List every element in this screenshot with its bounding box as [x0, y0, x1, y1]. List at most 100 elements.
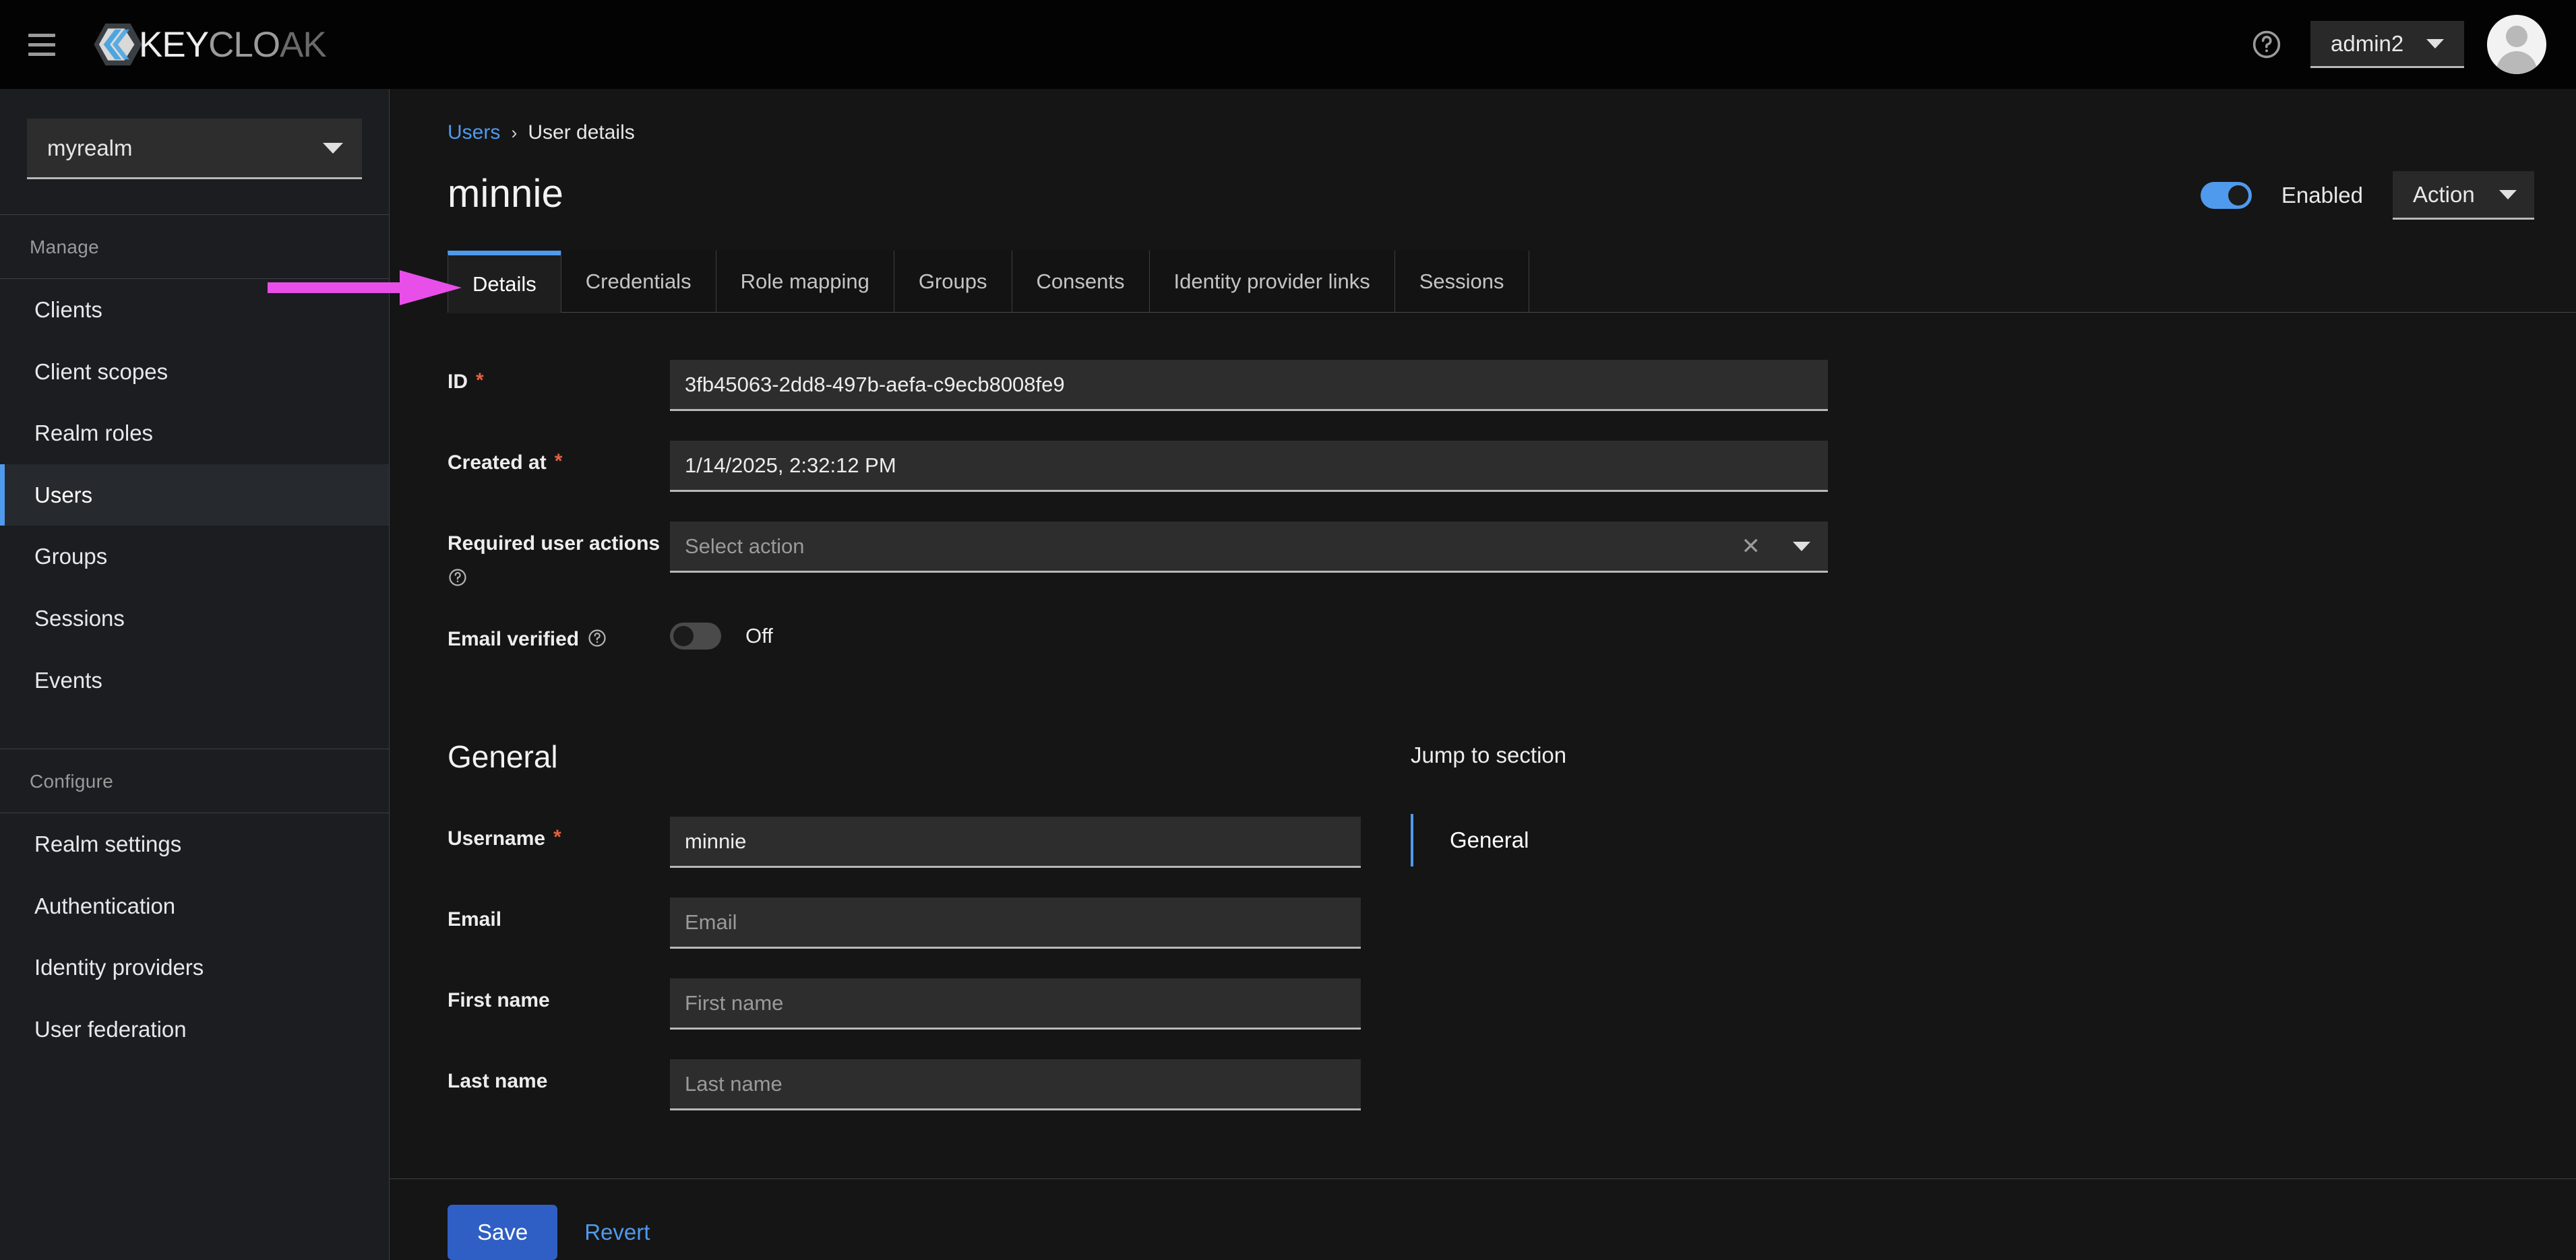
keycloak-mark-icon	[94, 23, 142, 66]
keycloak-logo[interactable]: KEYCLOAK	[93, 20, 327, 69]
chevron-down-icon[interactable]	[1793, 541, 1810, 551]
nav-group-title-configure: Configure	[30, 771, 114, 792]
tab-consents[interactable]: Consents	[1011, 251, 1149, 313]
username-label: Username *	[448, 817, 670, 850]
sidebar-item-client-scopes[interactable]: Client scopes	[0, 341, 389, 403]
sidebar-item-authentication[interactable]: Authentication	[0, 875, 389, 937]
sidebar-item-users[interactable]: Users	[0, 464, 389, 526]
form-row-username: Username * minnie	[448, 817, 1361, 868]
save-button[interactable]: Save	[448, 1205, 558, 1260]
form-action-footer: Save Revert	[390, 1178, 2576, 1260]
jump-to-section-title: Jump to section	[1411, 743, 1567, 767]
chevron-down-icon	[323, 142, 343, 154]
last-name-input[interactable]: Last name	[670, 1059, 1361, 1110]
email-verified-control: Off	[670, 617, 773, 650]
first-name-input[interactable]: First name	[670, 978, 1361, 1030]
sidebar-item-realm-settings[interactable]: Realm settings	[0, 813, 389, 875]
form-row-first-name: First name First name	[448, 978, 1361, 1030]
action-dropdown-button[interactable]: Action	[2393, 171, 2534, 220]
created-at-input-value: 1/14/2025, 2:32:12 PM	[685, 453, 896, 477]
help-circle-icon[interactable]	[448, 567, 468, 588]
help-circle-icon[interactable]	[587, 628, 607, 648]
username-field-wrap: minnie	[670, 817, 1361, 868]
keycloak-admin-console: KEYCLOAK admin2 myrealm Manage Clients C…	[0, 0, 2576, 1260]
avatar[interactable]	[2487, 15, 2546, 74]
last-name-label-text: Last name	[448, 1070, 548, 1092]
breadcrumb-separator-icon: ›	[511, 122, 518, 143]
hamburger-bar	[28, 52, 55, 56]
tabs-row: Details Credentials Role mapping Groups …	[425, 251, 2576, 313]
chevron-down-icon	[2426, 38, 2445, 49]
body: myrealm Manage Clients Client scopes Rea…	[0, 89, 2576, 1260]
brand-wordmark: KEYCLOAK	[139, 24, 327, 65]
username-label-text: Username	[448, 827, 546, 850]
username-input-value: minnie	[685, 829, 747, 853]
sidebar-item-groups[interactable]: Groups	[0, 526, 389, 588]
username-input[interactable]: minnie	[670, 817, 1361, 868]
sidebar-item-events[interactable]: Events	[0, 650, 389, 712]
tab-role-mapping[interactable]: Role mapping	[715, 251, 894, 313]
email-input[interactable]: Email	[670, 897, 1361, 949]
hamburger-bar	[28, 42, 55, 46]
realm-selector[interactable]: myrealm	[27, 119, 362, 179]
help-circle-icon[interactable]	[2246, 24, 2288, 65]
email-input-placeholder: Email	[685, 910, 737, 934]
tab-groups[interactable]: Groups	[893, 251, 1012, 313]
brand-text-key: KEY	[139, 24, 209, 65]
page-title: minnie	[448, 172, 564, 216]
id-label: ID *	[448, 360, 670, 393]
main-content: Users › User details minnie Enabled Acti…	[390, 89, 2576, 1260]
tab-identity-provider-links[interactable]: Identity provider links	[1148, 251, 1394, 313]
tab-credentials[interactable]: Credentials	[560, 251, 716, 313]
first-name-input-placeholder: First name	[685, 990, 784, 1015]
realm-selector-value: myrealm	[47, 135, 133, 160]
brand-text-ak: AK	[280, 24, 327, 65]
jump-to-section-item-general[interactable]: General	[1410, 814, 1566, 867]
tab-details[interactable]: Details	[448, 251, 561, 313]
jump-to-section-panel: Jump to section General	[1410, 738, 1567, 1140]
page-title-actions: Enabled Action	[2200, 171, 2541, 220]
user-enabled-toggle[interactable]	[2200, 182, 2252, 209]
created-at-label: Created at *	[448, 441, 670, 474]
id-input-value: 3fb45063-2dd8-497b-aefa-c9ecb8008fe9	[685, 372, 1065, 396]
user-menu-button[interactable]: admin2	[2310, 21, 2464, 68]
tab-sessions[interactable]: Sessions	[1394, 251, 1529, 313]
required-marker: *	[476, 369, 484, 391]
required-user-actions-field-wrap: Select action ✕	[670, 522, 1828, 573]
breadcrumb-current: User details	[528, 121, 635, 144]
user-menu-label: admin2	[2331, 30, 2404, 56]
select-icons: ✕	[1742, 535, 1810, 558]
first-name-field-wrap: First name	[670, 978, 1361, 1030]
user-detail-tabs: Details Credentials Role mapping Groups …	[448, 251, 2576, 313]
user-enabled-label: Enabled	[2281, 183, 2363, 208]
sidebar-item-identity-providers[interactable]: Identity providers	[0, 937, 389, 999]
hamburger-menu-icon[interactable]	[28, 27, 63, 62]
breadcrumb-link-users[interactable]: Users	[448, 121, 500, 144]
toggle-knob	[2228, 185, 2248, 206]
id-input[interactable]: 3fb45063-2dd8-497b-aefa-c9ecb8008fe9	[670, 360, 1828, 411]
email-label-text: Email	[448, 908, 502, 931]
required-user-actions-placeholder: Select action	[685, 534, 805, 558]
clear-x-icon[interactable]: ✕	[1742, 535, 1761, 558]
general-heading: General	[448, 739, 558, 774]
email-field-wrap: Email	[670, 897, 1361, 949]
action-dropdown-label: Action	[2413, 181, 2475, 207]
details-tab-panel: ID * 3fb45063-2dd8-497b-aefa-c9ecb8008fe…	[390, 313, 2576, 1178]
toggle-knob	[673, 626, 694, 646]
sidebar-item-realm-roles[interactable]: Realm roles	[0, 402, 389, 464]
sidebar-item-user-federation[interactable]: User federation	[0, 999, 389, 1061]
chevron-down-icon	[2498, 189, 2517, 199]
sidebar-item-sessions[interactable]: Sessions	[0, 588, 389, 650]
created-at-input[interactable]: 1/14/2025, 2:32:12 PM	[670, 441, 1828, 492]
jump-to-section-list: General	[1410, 814, 1566, 867]
brand-text-clo: CLO	[208, 24, 280, 65]
required-user-actions-select[interactable]: Select action ✕	[670, 522, 1828, 573]
general-section-split: General Username * minnie Email Email Fi…	[425, 681, 2541, 1140]
revert-button[interactable]: Revert	[584, 1220, 650, 1245]
sidebar-item-clients[interactable]: Clients	[0, 279, 389, 341]
form-row-last-name: Last name Last name	[448, 1059, 1361, 1110]
email-label: Email	[448, 897, 670, 931]
email-verified-toggle[interactable]	[670, 623, 721, 650]
last-name-label: Last name	[448, 1059, 670, 1093]
